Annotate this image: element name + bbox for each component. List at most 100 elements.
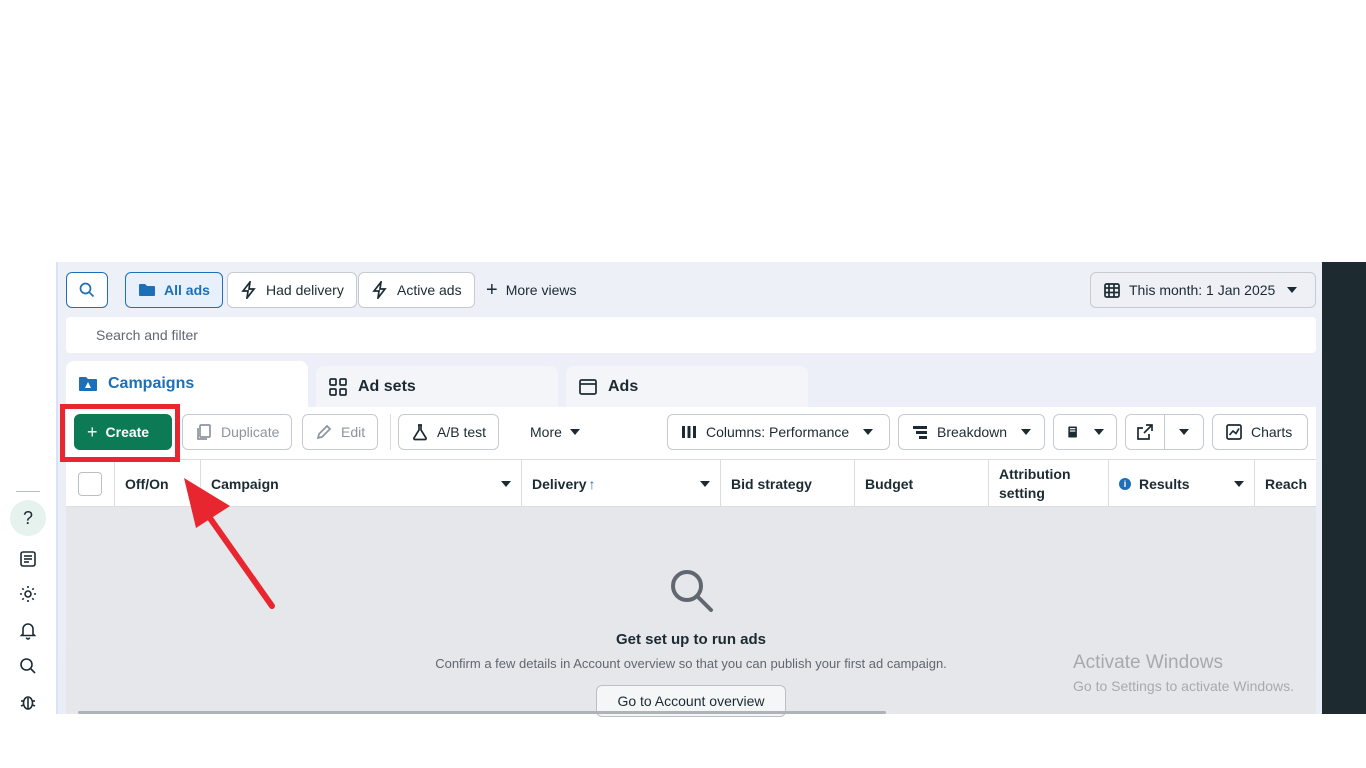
date-range-label: This month: 1 Jan 2025 [1129,282,1276,298]
select-all-checkbox[interactable] [78,472,102,496]
chevron-down-icon [501,481,511,487]
screen: ? All ads Had delivery Active ads + More… [0,0,1366,768]
had-delivery-button[interactable]: Had delivery [227,272,357,308]
column-reach-label: Reach [1265,476,1308,492]
column-attribution-label-1: Attribution [999,466,1071,482]
sort-up-icon: ↑ [588,476,596,492]
column-off-on-label: Off/On [125,476,169,492]
right-edge-panel [1322,262,1366,714]
duplicate-icon [197,424,211,440]
breakdown-button[interactable]: Breakdown [898,414,1045,450]
flask-icon [413,424,427,441]
chevron-down-icon [1179,429,1189,435]
column-results[interactable]: i Results [1109,460,1255,508]
empty-state-title: Get set up to run ads [615,631,766,648]
chevron-down-icon [569,429,580,435]
chart-icon [1226,424,1242,440]
export-dropdown[interactable] [1164,414,1204,450]
search-icon [79,282,95,298]
tab-campaigns[interactable]: Campaigns [66,361,308,407]
ad-window-icon [579,378,597,395]
plus-icon: + [486,278,498,301]
reports-button[interactable] [1053,414,1117,450]
column-reach[interactable]: Reach [1255,460,1316,508]
chevron-down-icon [863,429,874,435]
column-bid-strategy-label: Bid strategy [731,476,812,492]
tab-ad-sets[interactable]: Ad sets [316,366,558,407]
search-icon [671,570,713,612]
toolbar-divider [390,414,391,450]
duplicate-label: Duplicate [221,424,280,440]
folder-icon [139,284,155,296]
duplicate-button[interactable]: Duplicate [182,414,293,450]
more-views-button[interactable]: + More views [486,272,576,308]
export-button[interactable] [1125,414,1165,450]
bug-icon[interactable] [14,688,42,716]
sidebar-divider [16,491,40,492]
chevron-down-icon [700,481,710,487]
reports-icon [1068,426,1077,438]
charts-button[interactable]: Charts [1212,414,1308,450]
date-range-picker[interactable]: This month: 1 Jan 2025 [1090,272,1316,308]
all-ads-button[interactable]: All ads [125,272,223,308]
column-delivery-label: Delivery [532,476,587,492]
all-ads-label: All ads [164,282,210,298]
campaign-folder-icon [79,377,97,391]
column-bid-strategy[interactable]: Bid strategy [721,460,855,508]
had-delivery-label: Had delivery [266,282,344,298]
charts-label: Charts [1251,424,1293,440]
active-ads-label: Active ads [397,282,462,298]
column-results-label: Results [1139,476,1190,492]
ab-test-label: A/B test [437,424,487,440]
annotation-arrow [184,478,275,609]
breakdown-label: Breakdown [937,424,1008,440]
info-icon: i [1119,478,1131,490]
calendar-icon [1104,283,1120,298]
more-views-label: More views [505,282,577,298]
news-icon[interactable] [14,545,42,573]
columns-label: Columns: Performance [706,424,850,440]
columns-icon [682,426,696,438]
ab-test-button[interactable]: A/B test [398,414,500,450]
activate-windows-watermark: Activate Windows Go to Settings to activ… [1073,652,1294,694]
horizontal-scrollbar[interactable] [78,711,886,714]
column-attribution-label-2: setting [999,485,1045,501]
tab-ads[interactable]: Ads [566,366,808,407]
bell-icon[interactable] [14,616,42,644]
column-budget[interactable]: Budget [855,460,989,508]
chevron-down-icon [1094,429,1104,435]
more-button[interactable]: More [518,414,592,450]
edit-button[interactable]: Edit [302,414,379,450]
highlight-box [60,404,180,462]
chevron-down-icon [1021,429,1032,435]
active-ads-button[interactable]: Active ads [358,272,475,308]
go-to-account-overview-label: Go to Account overview [617,693,765,709]
tab-ads-label: Ads [608,377,639,395]
watermark-subtitle: Go to Settings to activate Windows. [1073,678,1294,694]
search-button[interactable] [66,272,108,308]
column-delivery[interactable]: Delivery ↑ [522,460,721,508]
edit-label: Edit [341,424,366,440]
search-filter-placeholder: Search and filter [96,327,198,343]
columns-button[interactable]: Columns: Performance [667,414,890,450]
lightning-icon [241,281,256,299]
breakdown-icon [913,426,927,439]
export-icon [1137,424,1153,440]
search-filter-input[interactable]: Search and filter [66,317,1316,353]
chevron-down-icon [1287,287,1298,293]
gear-icon[interactable] [14,580,42,608]
watermark-title: Activate Windows [1073,652,1223,673]
help-icon[interactable]: ? [10,500,46,536]
column-attribution-setting[interactable]: Attribution setting [989,460,1109,508]
left-sidebar: ? [0,262,56,714]
pencil-icon [316,424,332,440]
grid-icon [329,377,347,396]
lightning-icon [372,281,387,299]
column-budget-label: Budget [865,476,914,492]
tab-campaigns-label: Campaigns [108,375,195,392]
select-all-cell [66,460,115,508]
search-icon[interactable] [14,652,42,680]
more-label: More [530,424,562,440]
action-toolbar: + Create Duplicate Edit A/B test More Co… [66,407,1316,459]
tab-ad-sets-label: Ad sets [358,377,416,395]
